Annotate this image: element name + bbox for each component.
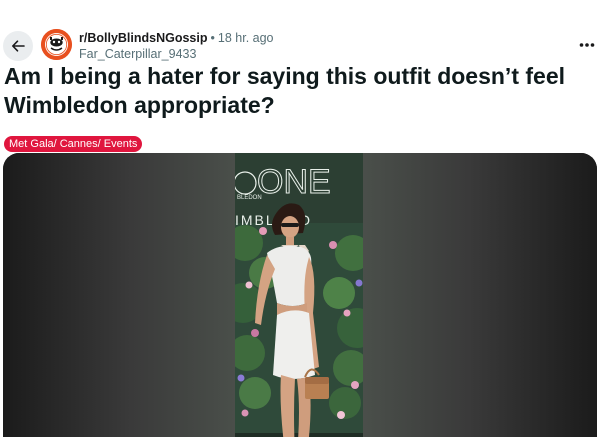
post-title[interactable]: Am I being a hater for saying this outfi… [4,62,594,120]
post-image[interactable]: BLEDON ONE IMBLEDO [235,153,363,437]
post-media[interactable]: BLEDON ONE IMBLEDO [3,153,597,437]
post-author[interactable]: Far_Caterpillar_9433 [79,47,196,61]
subreddit-name[interactable]: r/BollyBlindsNGossip [79,31,208,45]
more-options-button[interactable] [574,34,600,56]
media-blur-right [363,153,597,437]
post-flair[interactable]: Met Gala/ Cannes/ Events [4,136,143,152]
arrow-left-icon [12,40,25,52]
subreddit-avatar-image [41,29,72,60]
back-button[interactable] [3,31,33,61]
post-header: r/BollyBlindsNGossip • 18 hr. ago Far_Cate… [0,26,600,66]
signage-line-1: ONE [257,163,331,201]
subreddit-avatar[interactable] [41,29,72,60]
meta-separator: • [210,31,215,45]
subreddit-meta-line: r/BollyBlindsNGossip • 18 hr. ago [79,31,274,46]
post-time: 18 hr. ago [217,31,274,45]
more-horizontal-icon [579,43,595,47]
post-page: r/BollyBlindsNGossip • 18 hr. ago Far_Cate… [0,0,600,437]
media-blur-left [3,153,236,437]
